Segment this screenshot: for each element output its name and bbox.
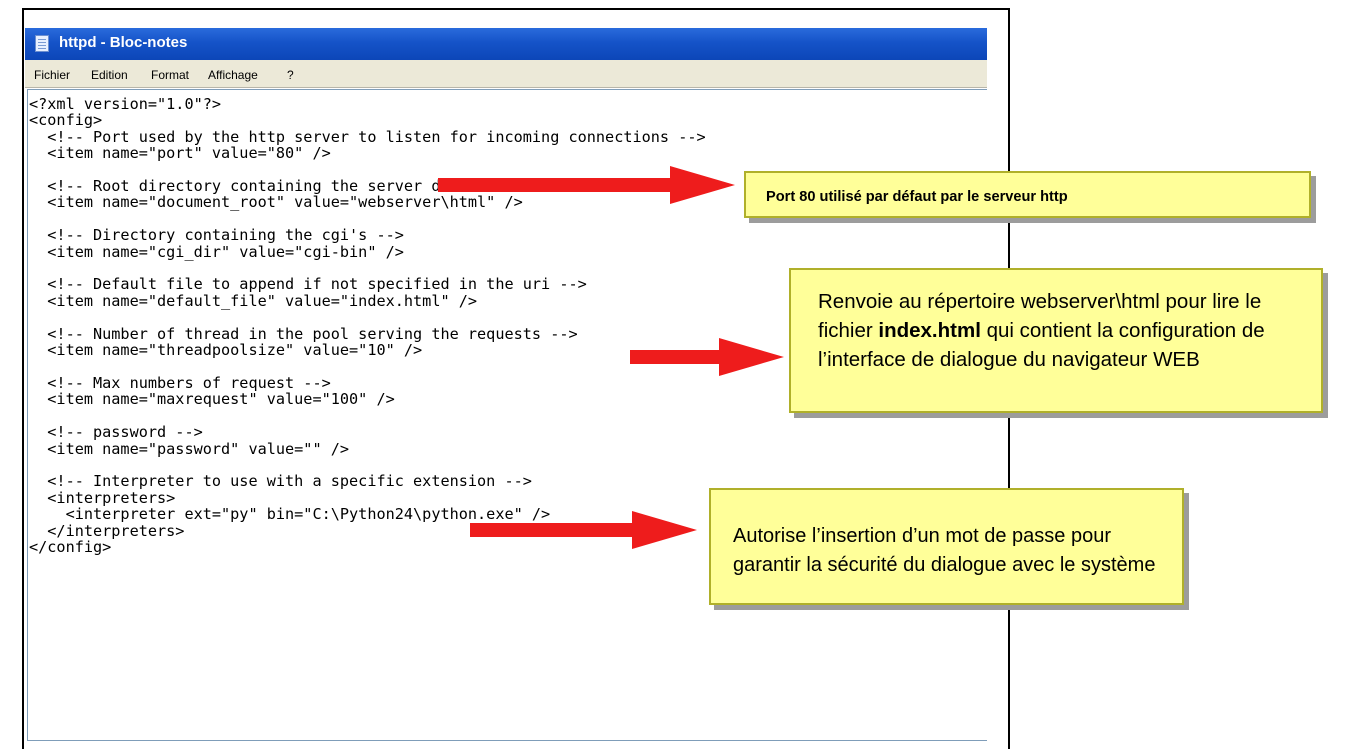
- window-title: httpd - Bloc-notes: [59, 34, 188, 51]
- code-line: <item name="port" value="80" />: [29, 144, 331, 163]
- notepad-icon: [35, 35, 49, 52]
- arrow-right-icon: [630, 338, 784, 376]
- menu-affichage[interactable]: Affichage: [208, 68, 258, 82]
- menu-help[interactable]: ?: [287, 68, 294, 82]
- code-line: </config>: [29, 537, 112, 556]
- code-line: <item name="default_file" value="index.h…: [29, 291, 478, 310]
- code-line: <?xml version="1.0"?>: [29, 95, 222, 113]
- code-line: <!-- Max numbers of request -->: [29, 373, 331, 392]
- window-titlebar: httpd - Bloc-notes: [25, 28, 987, 60]
- code-line: <config>: [29, 111, 103, 130]
- callout-port: Port 80 utilisé par défaut par le serveu…: [744, 171, 1311, 218]
- callout-password: Autorise l’insertion d’un mot de passe p…: [709, 488, 1184, 605]
- menu-format[interactable]: Format: [151, 68, 189, 82]
- callout-index-filename: index.html: [878, 319, 981, 342]
- code-line: <!-- Directory containing the cgi's -->: [29, 226, 404, 245]
- menu-edition[interactable]: Edition: [91, 68, 128, 82]
- code-line: <item name="document_root" value="webser…: [29, 193, 523, 212]
- arrow-right-icon: [438, 166, 735, 204]
- code-line: <!-- Number of thread in the pool servin…: [29, 324, 578, 343]
- code-line: <interpreters>: [29, 488, 176, 507]
- callout-port-text: Port 80 utilisé par défaut par le serveu…: [766, 189, 1068, 205]
- code-line: <!-- Default file to append if not speci…: [29, 275, 587, 294]
- file-content: <?xml version="1.0"?> <config> <!-- Port…: [29, 96, 706, 555]
- menu-fichier[interactable]: Fichier: [34, 68, 70, 82]
- code-line: <!-- Interpreter to use with a specific …: [29, 472, 532, 491]
- code-line: <!-- Port used by the http server to lis…: [29, 127, 706, 146]
- code-line: </interpreters>: [29, 521, 185, 540]
- code-line: <item name="cgi_dir" value="cgi-bin" />: [29, 242, 404, 261]
- callout-index: Renvoie au répertoire webserver\html pou…: [789, 268, 1323, 413]
- menu-bar: Fichier Edition Format Affichage ?: [25, 60, 987, 88]
- code-line: <item name="threadpoolsize" value="10" /…: [29, 341, 423, 360]
- code-line: <item name="maxrequest" value="100" />: [29, 390, 395, 409]
- arrow-right-icon: [470, 511, 697, 549]
- code-line: <item name="password" value="" />: [29, 439, 350, 458]
- callout-password-text: Autorise l’insertion d’un mot de passe p…: [733, 525, 1156, 576]
- code-line: <!-- password -->: [29, 423, 203, 442]
